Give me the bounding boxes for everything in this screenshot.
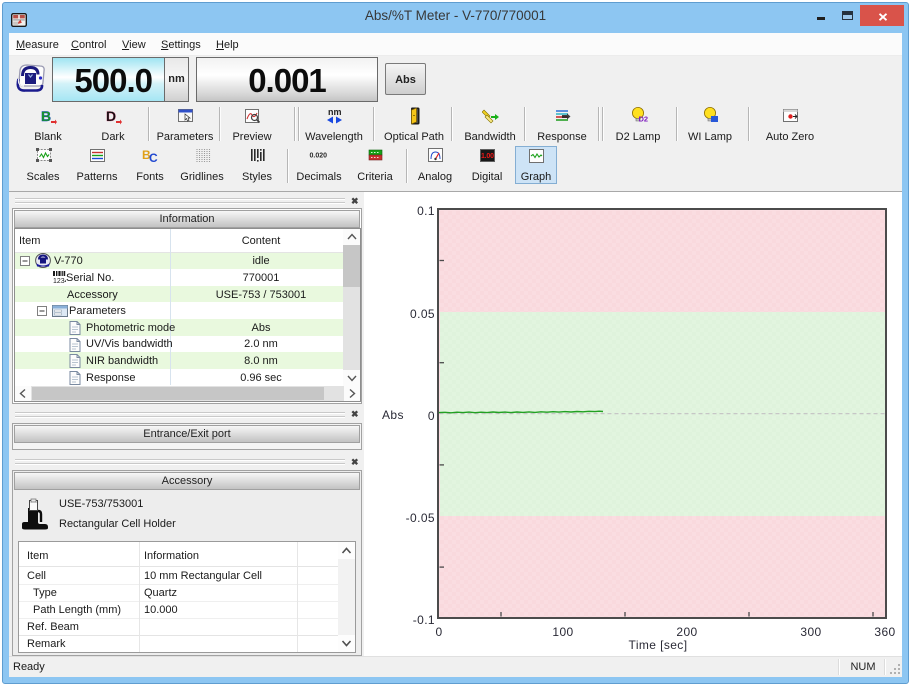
svg-text:nm: nm xyxy=(328,107,342,117)
svg-text:1234: 1234 xyxy=(53,278,66,284)
svg-text:B: B xyxy=(41,108,51,124)
svg-text:D2: D2 xyxy=(639,115,649,124)
svg-text:0.020: 0.020 xyxy=(310,153,328,160)
svg-text:1.00: 1.00 xyxy=(481,153,494,160)
svg-text:C: C xyxy=(149,151,158,164)
svg-text:D: D xyxy=(106,108,116,124)
